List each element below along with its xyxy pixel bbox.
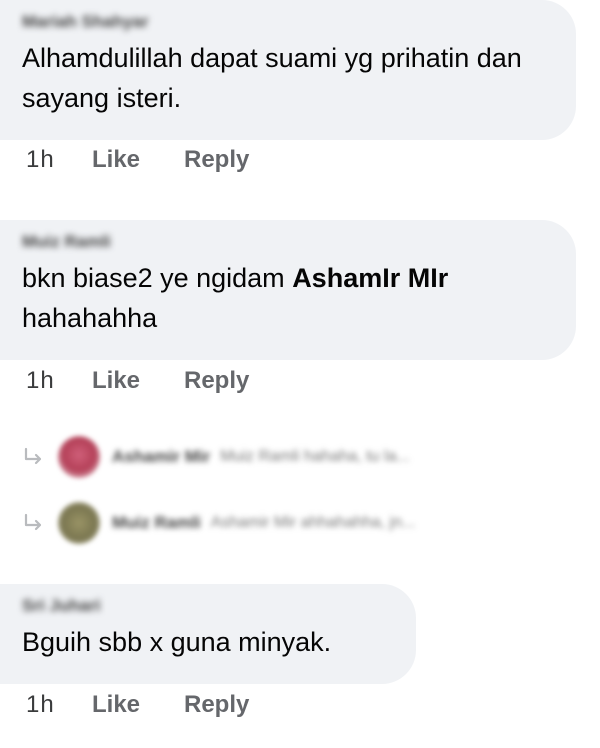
comment-author[interactable]: Muiz Ramli <box>22 232 552 252</box>
mention-link[interactable]: AshamIr MIr <box>292 263 448 293</box>
like-button[interactable]: Like <box>92 146 184 174</box>
reply-arrow-icon <box>22 511 46 535</box>
reply-arrow-icon <box>22 445 46 469</box>
comment-text: Bguih sbb x guna minyak. <box>22 627 332 657</box>
comment-bubble: Mariah Shahyar Alhamdulillah dapat suami… <box>0 0 576 140</box>
avatar[interactable] <box>58 436 100 478</box>
comment-2: Muiz Ramli bkn biase2 ye ngidam AshamIr … <box>0 220 576 360</box>
comment-bubble: Muiz Ramli bkn biase2 ye ngidam AshamIr … <box>0 220 576 360</box>
comment-text-part: hahahahha <box>22 303 158 333</box>
reply-author[interactable]: Muiz Ramli <box>112 513 201 533</box>
comment-author[interactable]: Mariah Shahyar <box>22 12 552 32</box>
timestamp[interactable]: 1h <box>26 691 92 719</box>
comment-author[interactable]: Sri Juhari <box>22 596 392 616</box>
comment-actions: 1h Like Reply <box>26 367 249 395</box>
comment-bubble: Sri Juhari Bguih sbb x guna minyak. <box>0 584 416 684</box>
reply-button[interactable]: Reply <box>184 146 249 174</box>
reply-snippet: Muiz Ramli hahaha, tu la... <box>220 448 410 465</box>
like-button[interactable]: Like <box>92 691 184 719</box>
reply-button[interactable]: Reply <box>184 691 249 719</box>
comment-text: bkn biase2 ye ngidam AshamIr MIr hahahah… <box>22 258 552 338</box>
reply-author[interactable]: Ashamir Mir <box>112 447 210 467</box>
timestamp[interactable]: 1h <box>26 146 92 174</box>
timestamp[interactable]: 1h <box>26 367 92 395</box>
comment-actions: 1h Like Reply <box>26 146 249 174</box>
comment-3: Sri Juhari Bguih sbb x guna minyak. <box>0 584 416 684</box>
reply-snippet: Ashamir Mir ahhahahha, jn... <box>210 514 416 531</box>
reply-preview[interactable]: Muiz Ramli Ashamir Mir ahhahahha, jn... <box>22 497 415 549</box>
like-button[interactable]: Like <box>92 367 184 395</box>
comment-text: Alhamdulillah dapat suami yg prihatin da… <box>22 43 522 113</box>
reply-button[interactable]: Reply <box>184 367 249 395</box>
reply-preview[interactable]: Ashamir Mir Muiz Ramli hahaha, tu la... <box>22 431 410 483</box>
comment-text-part: bkn biase2 ye ngidam <box>22 263 285 293</box>
avatar[interactable] <box>58 502 100 544</box>
comment-actions: 1h Like Reply <box>26 691 249 719</box>
comment-1: Mariah Shahyar Alhamdulillah dapat suami… <box>0 0 576 140</box>
